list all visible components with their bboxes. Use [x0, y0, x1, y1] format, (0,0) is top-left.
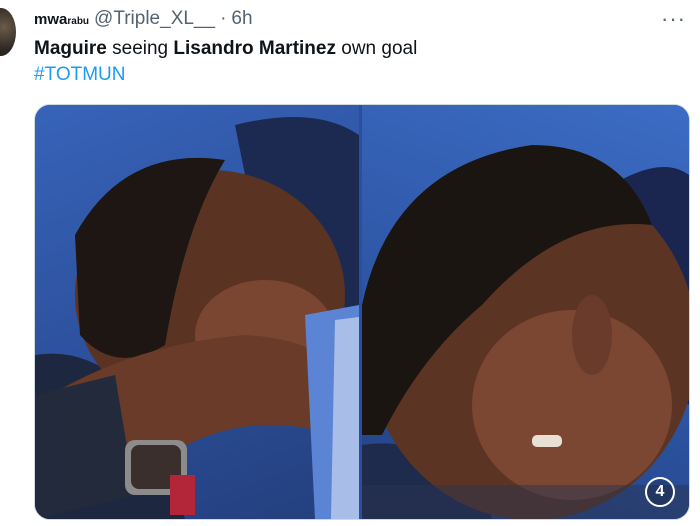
- text-bold-lisandro: Lisandro Martinez: [173, 38, 336, 59]
- separator-dot: ·: [220, 8, 227, 29]
- hashtag-link[interactable]: #TOTMUN: [34, 62, 680, 88]
- tweet-text: Maguire seeing Lisandro Martinez own goa…: [34, 36, 680, 88]
- media-image-right[interactable]: 4: [362, 105, 689, 519]
- timestamp[interactable]: 6h: [231, 8, 252, 30]
- text-bold-maguire: Maguire: [34, 38, 107, 59]
- text-seeing: seeing: [106, 38, 174, 59]
- avatar[interactable]: [0, 8, 16, 56]
- text-own-goal: own goal: [335, 38, 418, 59]
- user-handle[interactable]: @Triple_XL__: [94, 8, 215, 30]
- more-options-icon[interactable]: ···: [661, 6, 686, 32]
- media-image-left[interactable]: [35, 105, 359, 519]
- tweet-media[interactable]: 4: [34, 104, 690, 520]
- tweet-header: mwarabu @Triple_XL__ · 6h: [34, 8, 690, 32]
- display-name[interactable]: mwarabu: [34, 11, 89, 28]
- image-count-badge: 4: [645, 477, 675, 507]
